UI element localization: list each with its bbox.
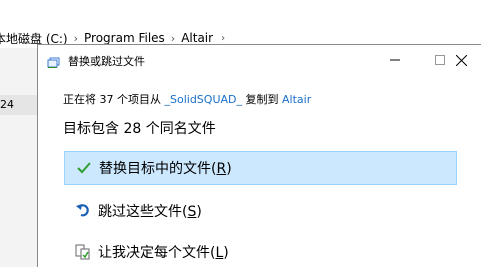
explorer-list: 24 (0, 48, 37, 267)
skip-files-option[interactable]: 跳过这些文件(S) (64, 194, 457, 228)
minimize-button[interactable] (372, 45, 417, 75)
replace-files-label: 替换目标中的文件(R) (99, 161, 232, 177)
chevron-right-icon: › (73, 31, 79, 45)
copy-files-icon (47, 54, 61, 68)
replace-skip-dialog: 替换或跳过文件 正在将 37 个项目从 _SolidSQUAD_ 复制到 Alt… (37, 44, 481, 267)
skip-arrow-icon (72, 203, 94, 219)
status-middle: 复制到 (242, 93, 282, 106)
dialog-title: 替换或跳过文件 (68, 55, 145, 68)
decide-files-icon (72, 244, 94, 260)
decide-each-option[interactable]: 让我决定每个文件(L) (64, 235, 457, 269)
copy-status-text: 正在将 37 个项目从 _SolidSQUAD_ 复制到 Altair (63, 91, 311, 107)
list-item-value: 24 (0, 98, 14, 111)
close-icon (455, 54, 467, 66)
explorer-window (0, 0, 481, 16)
conflict-heading: 目标包含 28 个同名文件 (63, 121, 216, 137)
source-folder-link[interactable]: _SolidSQUAD_ (165, 93, 243, 106)
close-button[interactable] (440, 45, 481, 75)
skip-files-label: 跳过这些文件(S) (98, 204, 202, 220)
check-icon (73, 161, 95, 175)
chevron-right-icon[interactable]: › (221, 33, 225, 44)
decide-each-label: 让我决定每个文件(L) (98, 245, 229, 261)
destination-folder-link[interactable]: Altair (282, 93, 311, 106)
dialog-titlebar: 替换或跳过文件 (38, 45, 481, 75)
breadcrumb-altair[interactable]: Altair (181, 31, 213, 45)
breadcrumb-program-files[interactable]: Program Files (84, 31, 165, 45)
chevron-right-icon: › (170, 31, 176, 45)
minimize-icon (389, 59, 400, 61)
status-prefix: 正在将 37 个项目从 (63, 93, 165, 106)
replace-files-option[interactable]: 替换目标中的文件(R) (64, 151, 457, 185)
